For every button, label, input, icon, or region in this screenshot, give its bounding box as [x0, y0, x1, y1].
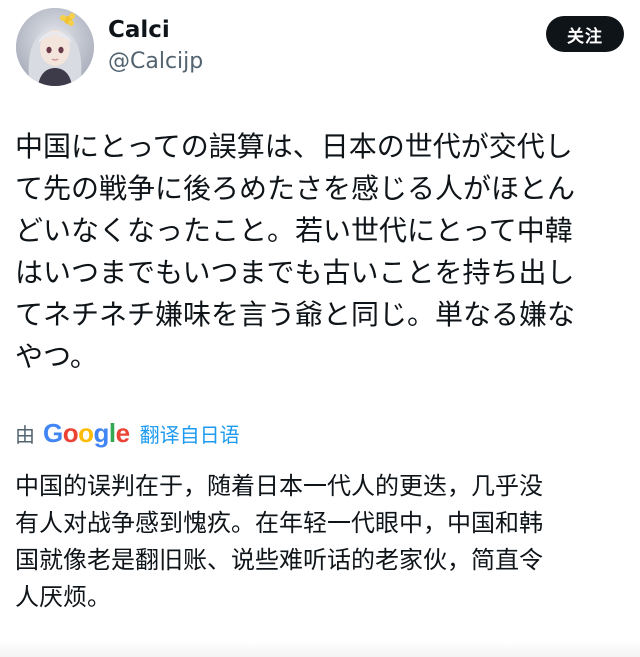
- tweet-text: 中国にとっての誤算は、日本の世代が交代し て先の戦争に後ろめたさを感じる人がほと…: [15, 130, 576, 373]
- tweet-header: Calci @Calcijp 关注: [16, 8, 624, 88]
- google-logo-letter: g: [93, 417, 110, 448]
- follow-button[interactable]: 关注: [546, 16, 624, 52]
- google-logo-letter: e: [115, 417, 130, 448]
- avatar[interactable]: [16, 8, 94, 86]
- google-logo-letter: G: [43, 417, 63, 448]
- translate-from-label[interactable]: 翻译自日语: [140, 419, 240, 448]
- google-logo-letter: l: [108, 417, 116, 448]
- translated-text: 中国的误判在于，随着日本一代人的更迭，几乎没 有人对战争感到愧疚。在年轻一代眼中…: [15, 472, 543, 611]
- avatar-image: [16, 8, 94, 86]
- display-name[interactable]: Calci: [108, 16, 170, 44]
- google-logo-letter: o: [78, 417, 94, 448]
- bottom-edge: [0, 641, 640, 657]
- translate-by-label: 由: [15, 422, 35, 447]
- user-handle[interactable]: @Calcijp: [108, 48, 203, 76]
- google-logo-letter: o: [62, 417, 79, 448]
- translation-attribution[interactable]: 由 Google 翻译自日语: [15, 416, 240, 450]
- google-logo-icon: Google: [43, 418, 130, 449]
